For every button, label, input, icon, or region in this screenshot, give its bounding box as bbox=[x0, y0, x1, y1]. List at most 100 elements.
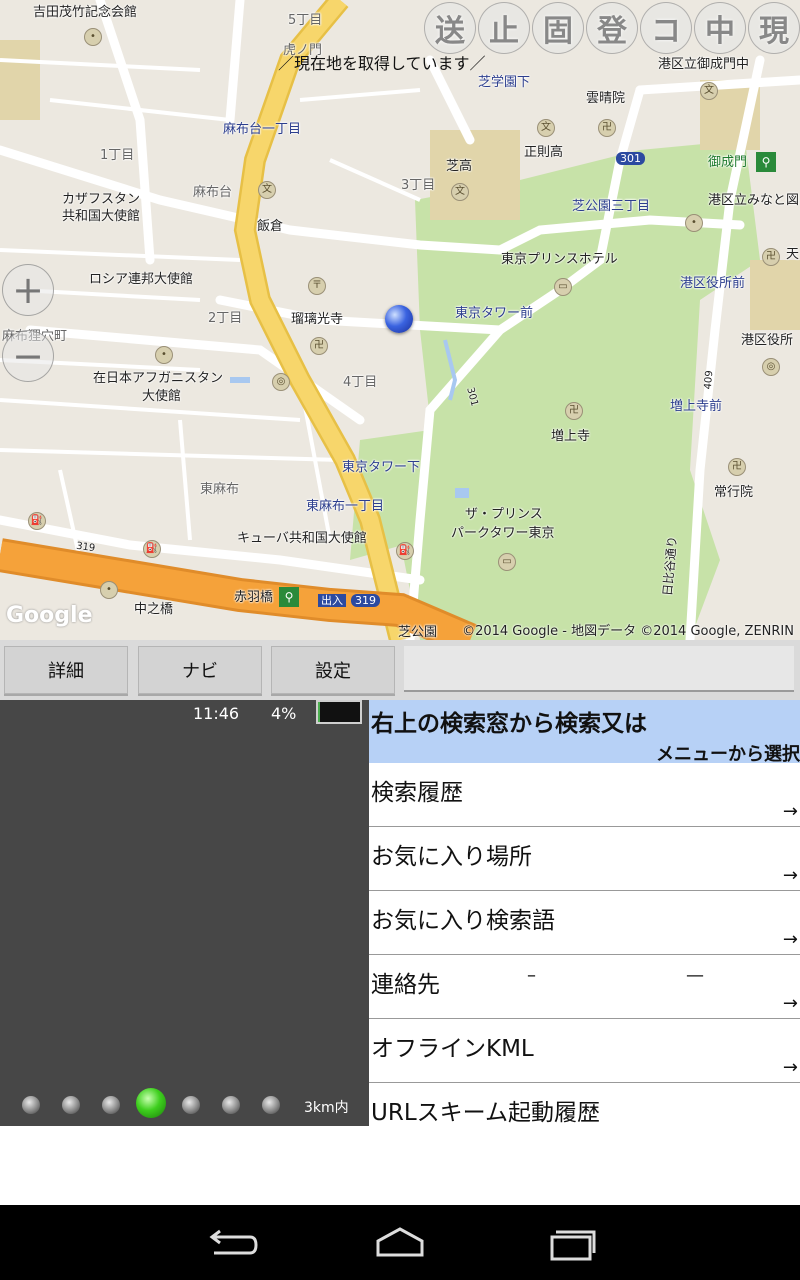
poi-marker: • bbox=[155, 346, 173, 364]
gas-station-icon: ⛽ bbox=[396, 542, 414, 560]
road-number: 409 bbox=[702, 369, 716, 390]
send-button[interactable]: 送 bbox=[424, 2, 476, 54]
menu-header-line1: 右上の検索窓から検索又は bbox=[371, 711, 647, 737]
recents-icon[interactable] bbox=[542, 1223, 602, 1263]
battery-fill bbox=[318, 702, 320, 722]
route-shield: 319 bbox=[351, 594, 380, 607]
page-dot[interactable] bbox=[262, 1096, 280, 1114]
menu-item-favorite-terms[interactable]: お気に入り検索語 → bbox=[369, 891, 800, 955]
page-dot[interactable] bbox=[62, 1096, 80, 1114]
map-copyright: ©2014 Google - 地図データ ©2014 Google, ZENRI… bbox=[462, 624, 794, 639]
navigation-bar bbox=[0, 1205, 800, 1280]
map-label: 芝高 bbox=[446, 159, 473, 174]
menu-item-favorite-places[interactable]: お気に入り場所 → bbox=[369, 827, 800, 891]
exit-sign: 出入 bbox=[318, 594, 346, 607]
map-label: 天 bbox=[786, 247, 800, 262]
map-label: パークタワー東京 bbox=[451, 526, 555, 541]
search-input[interactable] bbox=[404, 646, 794, 692]
school-icon: 文 bbox=[537, 119, 555, 137]
map-label: 御成門 bbox=[708, 155, 748, 170]
school-icon: 文 bbox=[451, 183, 469, 201]
page-dot[interactable] bbox=[182, 1096, 200, 1114]
arrow-right-icon: → bbox=[782, 993, 798, 1014]
map-label: 赤羽橋 bbox=[234, 590, 274, 605]
arrow-right-icon: → bbox=[782, 865, 798, 886]
toolbar: 詳細 ナビ 設定 bbox=[0, 640, 800, 700]
temple-icon: 卍 bbox=[762, 248, 780, 266]
map-label: 東麻布一丁目 bbox=[306, 499, 385, 514]
map-label: 港区立みなと図 bbox=[708, 193, 800, 208]
map-label: 共和国大使館 bbox=[62, 209, 141, 224]
post-office-icon: 〒 bbox=[308, 277, 326, 295]
map-label: 増上寺 bbox=[551, 429, 591, 444]
temple-icon: 卍 bbox=[728, 458, 746, 476]
map-view[interactable]: • 文 卍 文 文 文 • 卍 〒 卍 • ◎ ◎ 卍 卍 ▭ ▭ ⛽ ⛽ ⛽ … bbox=[0, 0, 800, 640]
menu-item-contacts[interactable]: 連絡先 – — → bbox=[369, 955, 800, 1019]
fix-button[interactable]: 固 bbox=[532, 2, 584, 54]
map-label: 2丁目 bbox=[208, 311, 243, 326]
temple-icon: 卍 bbox=[565, 402, 583, 420]
map-label: カザフスタン bbox=[62, 192, 141, 207]
map-label: 港区立御成門中 bbox=[658, 57, 750, 72]
settings-button[interactable]: 設定 bbox=[271, 646, 395, 694]
menu-item-label: 連絡先 bbox=[371, 972, 440, 998]
arrow-right-icon: → bbox=[782, 929, 798, 950]
map-label: 5丁目 bbox=[288, 13, 323, 28]
dash-mark: – bbox=[527, 965, 536, 986]
menu-item-label: 検索履歴 bbox=[371, 780, 463, 806]
zoom-in-button[interactable]: + bbox=[2, 264, 54, 316]
school-icon: 文 bbox=[700, 82, 718, 100]
co-button[interactable]: コ bbox=[640, 2, 692, 54]
map-label: 港区役所前 bbox=[680, 276, 746, 291]
station-icon: ⚲ bbox=[279, 587, 299, 607]
gas-station-icon: ⛽ bbox=[28, 512, 46, 530]
detail-button[interactable]: 詳細 bbox=[4, 646, 128, 694]
battery-percent: 4% bbox=[271, 704, 297, 723]
map-label: 東麻布 bbox=[200, 482, 240, 497]
current-location-marker bbox=[385, 305, 413, 333]
map-label: 3丁目 bbox=[401, 178, 436, 193]
map-label: 芝公園 bbox=[398, 625, 438, 640]
map-label: ロシア連邦大使館 bbox=[89, 272, 194, 287]
dash-mark: — bbox=[686, 965, 704, 986]
route-shield: 301 bbox=[616, 152, 645, 165]
status-panel: 11:46 4% 3km内 bbox=[0, 700, 369, 1126]
stop-button[interactable]: 止 bbox=[478, 2, 530, 54]
page-dot-active[interactable] bbox=[136, 1088, 166, 1118]
map-label: 1丁目 bbox=[100, 148, 135, 163]
navi-button[interactable]: ナビ bbox=[138, 646, 262, 694]
map-action-buttons: 送 止 固 登 コ 中 現 bbox=[424, 2, 800, 54]
map-label: 雲晴院 bbox=[586, 91, 626, 106]
map-label: 大使館 bbox=[142, 389, 182, 404]
police-icon: ◎ bbox=[272, 373, 290, 391]
map-label: 飯倉 bbox=[257, 219, 284, 234]
menu-item-search-history[interactable]: 検索履歴 → bbox=[369, 763, 800, 827]
school-icon: 文 bbox=[258, 181, 276, 199]
battery-icon bbox=[316, 700, 362, 724]
map-label: 常行院 bbox=[714, 485, 754, 500]
map-label: 瑠璃光寺 bbox=[291, 312, 344, 327]
zoom-out-button[interactable]: − bbox=[2, 330, 54, 382]
page-dot[interactable] bbox=[22, 1096, 40, 1114]
menu-item-offline-kml[interactable]: オフラインKML → bbox=[369, 1019, 800, 1083]
menu-item-label: オフラインKML bbox=[371, 1036, 534, 1062]
menu-item-url-scheme-history[interactable]: URLスキーム起動履歴 bbox=[369, 1083, 800, 1126]
menu-item-label: お気に入り場所 bbox=[371, 844, 532, 870]
page-dot[interactable] bbox=[222, 1096, 240, 1114]
map-label: 4丁目 bbox=[343, 375, 378, 390]
map-label: 在日本アフガニスタン bbox=[93, 371, 224, 386]
map-label: 芝学園下 bbox=[478, 75, 531, 90]
map-label: キューバ共和国大使館 bbox=[237, 531, 367, 546]
menu-header: 右上の検索窓から検索又は メニューから選択 bbox=[369, 700, 800, 765]
page-dot[interactable] bbox=[102, 1096, 120, 1114]
arrow-right-icon: → bbox=[782, 1057, 798, 1078]
map-label: 中之橋 bbox=[134, 602, 174, 617]
center-button[interactable]: 中 bbox=[694, 2, 746, 54]
back-icon[interactable] bbox=[200, 1223, 260, 1263]
register-button[interactable]: 登 bbox=[586, 2, 638, 54]
current-location-button[interactable]: 現 bbox=[748, 2, 800, 54]
map-label: 麻布台 bbox=[193, 185, 233, 200]
home-icon[interactable] bbox=[370, 1223, 430, 1263]
map-label: 正則高 bbox=[524, 145, 564, 160]
map-label: 東京プリンスホテル bbox=[501, 252, 618, 267]
